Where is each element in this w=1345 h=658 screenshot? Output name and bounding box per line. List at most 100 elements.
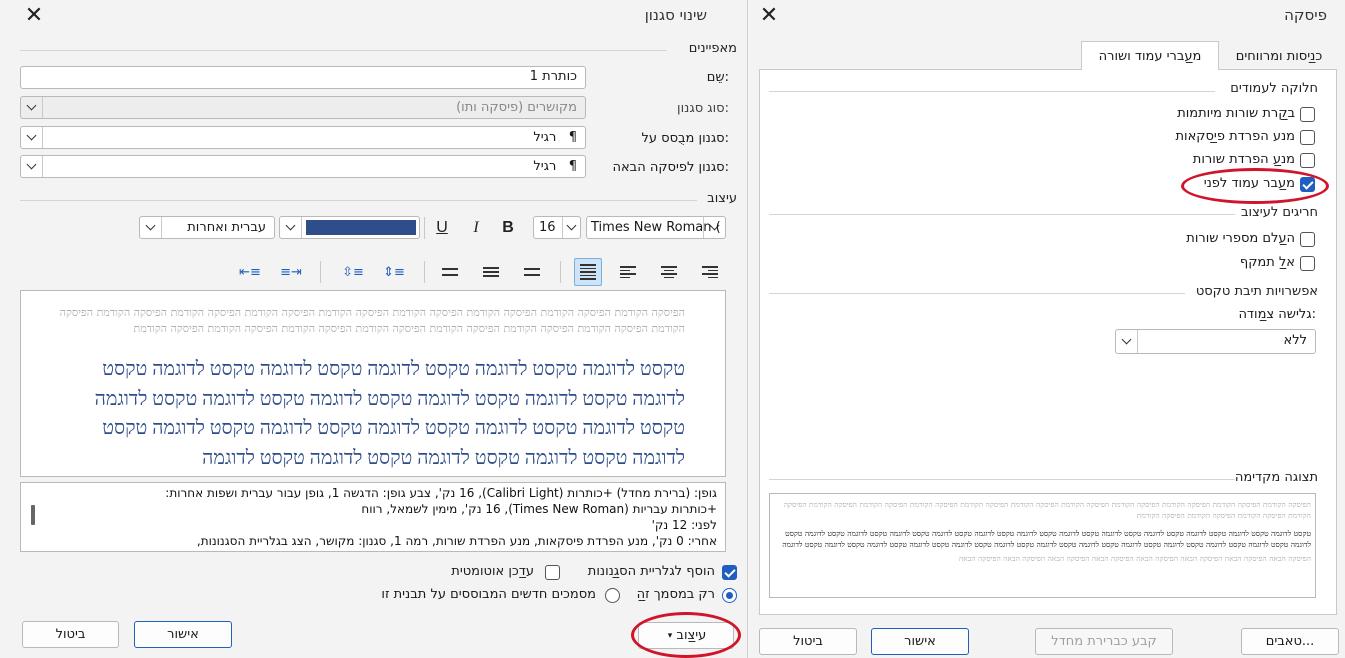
tab-indents-spacing[interactable]: כ̲ניסות ומרווחים [1221, 42, 1337, 70]
toolbar-separator [424, 261, 425, 283]
description-line: אחרי: 0 נק', מנע הפרדת פיסקאות, מנע הפרד… [196, 534, 717, 548]
widow-control-label: ב̲קרת שורות מיותמות [1177, 106, 1295, 121]
dont-hyphenate-checkbox[interactable] [1300, 256, 1315, 271]
formatting-section-label: עיצוב [707, 191, 737, 206]
only-this-document-label: רק במסמך ז̲ה [636, 587, 715, 602]
toolbar-separator [560, 261, 561, 283]
set-as-default-button: קבע כברירת מחדל [1035, 628, 1173, 655]
pagination-section-label: חלוקה לעמודים [1230, 81, 1318, 96]
keep-with-next-checkbox[interactable] [1300, 130, 1315, 145]
dialog-title: פיסקה [1284, 6, 1327, 24]
auto-update-label: ע̲דכן אוטומטית [451, 564, 534, 579]
paragraph-dialog: ✕ פיסקה כ̲ניסות ומרווחים מ̲עברי עמוד ושו… [749, 0, 1345, 658]
name-field[interactable]: כותרת 1 [20, 66, 586, 89]
next-style-label: סגנון לפיסקה הבאה: [612, 160, 730, 175]
space-after-icon[interactable]: ⇕≡ [381, 259, 407, 285]
font-color-swatch [306, 220, 416, 235]
style-preview: הפיסקה הקודמת הפיסקה הקודמת הפיסקה הקודמ… [20, 290, 726, 477]
pilcrow-icon: ¶ [568, 159, 577, 174]
description-line: לפני: 12 נק' [651, 518, 717, 532]
keep-lines-together-checkbox[interactable] [1300, 153, 1315, 168]
widow-control-checkbox[interactable] [1300, 107, 1315, 122]
add-to-gallery-label: הוסף לגלריית הס̲גנונות [587, 564, 715, 579]
chevron-down-icon[interactable] [21, 127, 43, 148]
line-spacing-onehalf-icon[interactable] [478, 259, 504, 285]
ok-button[interactable]: אישור [134, 621, 232, 648]
page-break-before-checkbox[interactable] [1300, 177, 1315, 192]
close-icon[interactable]: ✕ [755, 2, 783, 30]
bold-button[interactable]: B [495, 215, 521, 241]
exceptions-section-label: חריגים לעיצוב [1241, 205, 1318, 220]
chevron-down-icon[interactable] [562, 217, 580, 238]
only-this-document-radio[interactable] [722, 588, 737, 603]
tight-wrap-label: גלישה צ̲מודה: [1238, 307, 1316, 322]
suppress-line-numbers-label: ה̲עלם מספרי שורות [1186, 231, 1295, 246]
space-before-icon[interactable]: ⇳≡ [340, 259, 366, 285]
toolbar-separator [320, 261, 321, 283]
chevron-down-icon[interactable] [21, 156, 43, 177]
page-break-before-label: מ̲עבר עמוד לפני [1203, 176, 1295, 191]
chevron-down-icon [21, 97, 43, 118]
add-to-gallery-checkbox[interactable] [722, 565, 737, 580]
divider [20, 200, 697, 201]
italic-button[interactable]: I [463, 215, 489, 241]
new-documents-label: מסמכים חדשים המבוססים על תבנית זו [381, 587, 596, 602]
toolbar-separator [424, 217, 425, 239]
align-right-icon[interactable] [697, 259, 723, 285]
chevron-down-icon[interactable] [140, 217, 162, 238]
pilcrow-icon: ¶ [568, 130, 577, 145]
preview-sample-text: טקסט לדוגמה טקסט לדוגמה טקסט לדוגמה טקסט… [94, 359, 685, 469]
font-size-select[interactable]: 16 [533, 216, 581, 239]
auto-update-checkbox[interactable] [545, 565, 560, 580]
scrollbar-thumb[interactable] [31, 505, 35, 525]
dropdown-caret-icon: ▾ [667, 630, 673, 641]
tab-line-page-breaks[interactable]: מ̲עברי עמוד ושורה [1081, 41, 1219, 70]
based-on-select[interactable]: ¶ רגיל [20, 126, 586, 149]
cancel-button[interactable]: ביטול [22, 621, 119, 648]
dialog-title: שינוי סגנון [644, 6, 707, 24]
align-justify-icon[interactable] [574, 258, 602, 286]
tabs-button[interactable]: טאבים... [1241, 628, 1339, 655]
tight-wrap-select[interactable]: ללא [1115, 329, 1316, 354]
ok-button[interactable]: אישור [871, 628, 969, 655]
font-select[interactable]: Times New Roman ( [586, 216, 726, 239]
format-menu-button[interactable]: ▾ עי̲צוב [638, 622, 734, 649]
preview-section-label: תצוגה מקדימה [1234, 470, 1318, 485]
keep-lines-together-label: מנ̲ע הפרדת שורות [1192, 152, 1295, 167]
preview-previous-paragraph: הפיסקה הקודמת הפיסקה הקודמת הפיסקה הקודמ… [59, 306, 685, 335]
chevron-down-icon[interactable] [1116, 330, 1138, 353]
suppress-line-numbers-checkbox[interactable] [1300, 232, 1315, 247]
preview-next-paragraph: הפיסקה הבאה הפיסקה הבאה הפיסקה הבאה הפיס… [958, 554, 1311, 563]
divider [769, 91, 1215, 92]
divider [20, 50, 667, 51]
divider [769, 479, 1235, 480]
line-spacing-double-icon[interactable] [437, 259, 463, 285]
close-icon[interactable]: ✕ [20, 2, 48, 30]
based-on-label: סגנון מבֻסס על: [641, 131, 729, 146]
new-documents-radio[interactable] [605, 588, 620, 603]
increase-indent-icon[interactable]: ≡⇥ [278, 259, 304, 285]
next-style-select[interactable]: ¶ רגיל [20, 155, 586, 178]
script-select[interactable]: עברית ואחרות [139, 216, 275, 239]
paragraph-preview: הפיסקה הקודמת הפיסקה הקודמת הפיסקה הקודמ… [769, 493, 1316, 598]
properties-section-label: מאפיינים [688, 41, 737, 56]
style-type-select: מקושרים (פיסקה ותו) [20, 96, 586, 119]
divider [769, 214, 1235, 215]
divider [769, 293, 1185, 294]
underline-button[interactable]: U [429, 215, 455, 241]
cancel-button[interactable]: ביטול [759, 628, 857, 655]
preview-sample-text: טקסט לדוגמה טקסט לדוגמה טקסט לדוגמה טקסט… [782, 529, 1311, 549]
font-color-select[interactable] [279, 216, 420, 239]
modify-style-dialog: ✕ שינוי סגנון מאפיינים שֵם: כותרת 1 סוג … [0, 0, 748, 658]
line-spacing-single-icon[interactable] [519, 259, 545, 285]
textbox-options-section-label: אפשרויות תיבת טקסט [1195, 284, 1318, 299]
preview-previous-paragraph: הפיסקה הקודמת הפיסקה הקודמת הפיסקה הקודמ… [783, 500, 1311, 520]
align-center-icon[interactable] [656, 259, 682, 285]
chevron-down-icon[interactable] [280, 217, 302, 238]
decrease-indent-icon[interactable]: ⇤≡ [237, 259, 263, 285]
style-type-label: סוג סגנון: [677, 101, 729, 116]
style-description: גופן: (ברירת מחדל) +כותרות (Calibri Ligh… [20, 482, 726, 552]
align-left-icon[interactable] [615, 259, 641, 285]
name-label: שֵם: [706, 70, 729, 85]
description-line: +כותרות עבריות (Times New Roman), 16 נק'… [361, 502, 717, 516]
